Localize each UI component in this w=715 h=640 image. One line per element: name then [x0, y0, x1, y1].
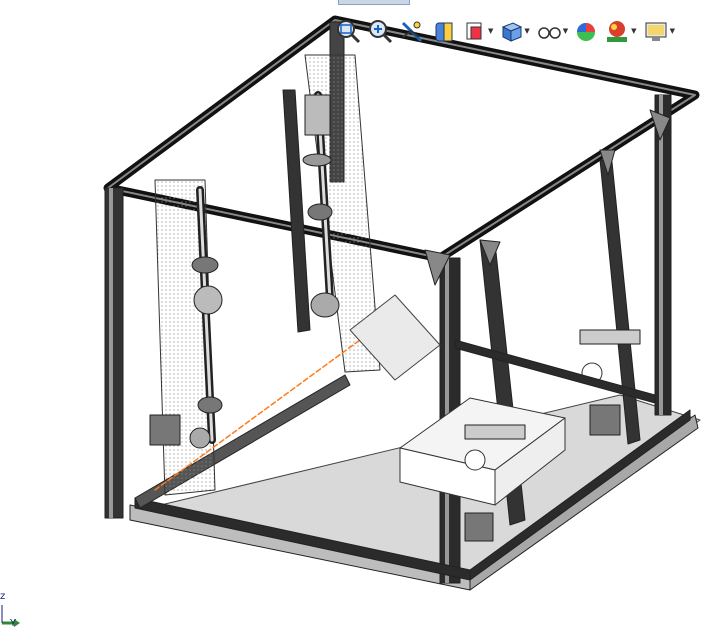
- zoom-to-area-button[interactable]: [366, 15, 394, 47]
- chevron-down-icon: ▼: [562, 26, 569, 35]
- zoom-to-fit-icon: [337, 20, 361, 44]
- zoom-to-area-icon: [369, 20, 393, 44]
- hide-show-items-button[interactable]: ▼: [535, 15, 569, 47]
- apply-scene-icon: [607, 21, 628, 42]
- chevron-down-icon: ▼: [631, 26, 637, 35]
- previous-view-icon: [401, 21, 423, 43]
- graphics-viewport[interactable]: ▼ ▼ ▼ ▼ ▼ z Y: [0, 0, 715, 640]
- hide-show-items-icon: [538, 27, 561, 39]
- display-style-button[interactable]: ▼: [498, 15, 530, 47]
- chevron-down-icon: ▼: [669, 26, 675, 35]
- section-view-icon: [435, 22, 453, 42]
- chevron-down-icon: ▼: [488, 26, 494, 35]
- zoom-to-fit-button[interactable]: [334, 15, 362, 47]
- previous-view-button[interactable]: [398, 15, 426, 47]
- display-style-icon: [502, 22, 523, 42]
- reference-triad: z Y: [0, 585, 30, 635]
- view-settings-button[interactable]: ▼: [642, 15, 676, 47]
- view-orientation-button[interactable]: ▼: [462, 15, 494, 47]
- view-settings-icon: [645, 22, 667, 41]
- section-view-button[interactable]: [430, 15, 458, 47]
- edit-appearance-button[interactable]: [573, 15, 599, 47]
- view-orientation-icon: [466, 22, 482, 40]
- edit-appearance-icon: [577, 23, 596, 41]
- cnc-frame-model[interactable]: [0, 0, 715, 640]
- triad-y-label: Y: [10, 618, 17, 629]
- heads-up-view-toolbar: ▼ ▼ ▼ ▼ ▼: [334, 14, 676, 48]
- chevron-down-icon: ▼: [524, 26, 530, 35]
- apply-scene-button[interactable]: ▼: [603, 15, 637, 47]
